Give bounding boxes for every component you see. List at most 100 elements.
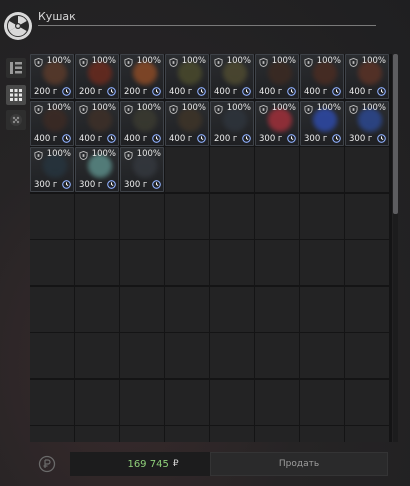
tab-grid-view[interactable] (6, 85, 26, 105)
inventory-slot[interactable] (345, 240, 389, 285)
inventory-slot[interactable] (75, 426, 119, 442)
inventory-item[interactable]: 100% 400 г (210, 54, 254, 99)
inventory-slot[interactable] (210, 333, 254, 378)
inventory-slot[interactable] (210, 147, 254, 192)
inventory-item[interactable]: 100% 200 г (75, 54, 119, 99)
inventory-item[interactable]: 100% 300 г (75, 147, 119, 192)
inventory-slot[interactable] (30, 240, 74, 285)
inventory-slot[interactable] (255, 240, 299, 285)
clock-icon (287, 87, 296, 96)
inventory-slot[interactable] (300, 333, 344, 378)
inventory-slot[interactable] (120, 193, 164, 239)
item-durability: 100% (136, 56, 161, 66)
inventory-slot[interactable] (75, 333, 119, 378)
inventory-item[interactable]: 100% 300 г (30, 147, 74, 192)
item-durability: 100% (181, 102, 206, 113)
inventory-slot[interactable] (120, 240, 164, 285)
inventory-item[interactable]: 100% 400 г (345, 54, 389, 99)
inventory-slot[interactable] (300, 147, 344, 192)
inventory-slot[interactable] (120, 379, 164, 425)
inventory-slot[interactable] (210, 426, 254, 442)
grid-view-icon (10, 89, 22, 101)
inventory-scrollbar[interactable] (393, 54, 398, 442)
inventory-slot[interactable] (120, 286, 164, 332)
inventory-slot[interactable] (165, 147, 209, 192)
item-price: 400 г (124, 133, 148, 144)
inventory-slot[interactable] (30, 426, 74, 442)
inventory-item[interactable]: 100% 400 г (165, 100, 209, 146)
inventory-slot[interactable] (255, 147, 299, 192)
inventory-slot[interactable] (255, 333, 299, 378)
inventory-slot[interactable] (30, 379, 74, 425)
inventory-slot[interactable] (120, 333, 164, 378)
inventory-slot[interactable] (345, 286, 389, 332)
inventory-slot[interactable] (255, 426, 299, 442)
inventory-slot[interactable] (300, 379, 344, 425)
clock-icon (62, 87, 71, 96)
inventory-slot[interactable] (300, 240, 344, 285)
shield-icon (304, 58, 313, 67)
clock-icon (377, 87, 386, 96)
inventory-slot[interactable] (345, 147, 389, 192)
inventory-item[interactable]: 100% 400 г (165, 54, 209, 99)
item-durability: 100% (361, 102, 386, 113)
inventory-slot[interactable] (165, 379, 209, 425)
inventory-item[interactable]: 100% 300 г (345, 100, 389, 146)
inventory-slot[interactable] (210, 193, 254, 239)
inventory-slot[interactable] (165, 426, 209, 442)
inventory-slot[interactable] (165, 193, 209, 239)
shield-icon (169, 104, 178, 114)
shield-icon (214, 58, 223, 67)
inventory-slot[interactable] (30, 333, 74, 378)
inventory-slot[interactable] (300, 286, 344, 332)
inventory-item[interactable]: 100% 400 г (255, 54, 299, 99)
inventory-slot[interactable] (345, 379, 389, 425)
footer-bar: 169 745 ₽ Продать (30, 452, 390, 476)
inventory-slot[interactable] (165, 286, 209, 332)
inventory-slot[interactable] (165, 240, 209, 285)
inventory-slot[interactable] (120, 426, 164, 442)
inventory-slot[interactable] (165, 333, 209, 378)
inventory-item[interactable]: 100% 400 г (120, 100, 164, 146)
inventory-slot[interactable] (210, 379, 254, 425)
inventory-slot[interactable] (255, 379, 299, 425)
inventory-item[interactable]: 100% 300 г (255, 100, 299, 146)
inventory-slot[interactable] (255, 286, 299, 332)
inventory-slot[interactable] (345, 333, 389, 378)
item-durability: 100% (361, 56, 386, 66)
inventory-item[interactable]: 100% 400 г (75, 100, 119, 146)
tab-list-view[interactable] (6, 58, 26, 78)
inventory-slot[interactable] (75, 286, 119, 332)
shield-icon (349, 104, 358, 114)
clock-icon (332, 133, 341, 143)
coin-button[interactable] (36, 455, 58, 473)
scrollbar-thumb[interactable] (393, 54, 398, 214)
shield-icon (124, 104, 133, 114)
inventory-slot[interactable] (300, 193, 344, 239)
page-title: Кушак (38, 10, 76, 23)
inventory-item[interactable]: 100% 200 г (210, 100, 254, 146)
inventory-slot[interactable] (75, 379, 119, 425)
inventory-item[interactable]: 100% 200 г (30, 54, 74, 99)
inventory-item[interactable]: 100% 400 г (300, 54, 344, 99)
inventory-item[interactable]: 100% 300 г (300, 100, 344, 146)
clock-icon (152, 133, 161, 143)
inventory-item[interactable]: 100% 400 г (30, 100, 74, 146)
inventory-slot[interactable] (75, 193, 119, 239)
item-price: 400 г (79, 133, 103, 144)
inventory-slot[interactable] (75, 240, 119, 285)
inventory-slot[interactable] (345, 193, 389, 239)
sell-button[interactable]: Продать (210, 452, 388, 476)
inventory-slot[interactable] (30, 286, 74, 332)
inventory-slot[interactable] (300, 426, 344, 442)
item-price: 400 г (304, 87, 328, 97)
inventory-item[interactable]: 100% 200 г (120, 54, 164, 99)
inventory-slot[interactable] (210, 240, 254, 285)
inventory-item[interactable]: 100% 300 г (120, 147, 164, 192)
tab-misc[interactable] (6, 110, 26, 130)
inventory-slot[interactable] (30, 193, 74, 239)
inventory-slot[interactable] (255, 193, 299, 239)
inventory-slot[interactable] (210, 286, 254, 332)
inventory-slot[interactable] (345, 426, 389, 442)
shield-icon (79, 58, 88, 67)
